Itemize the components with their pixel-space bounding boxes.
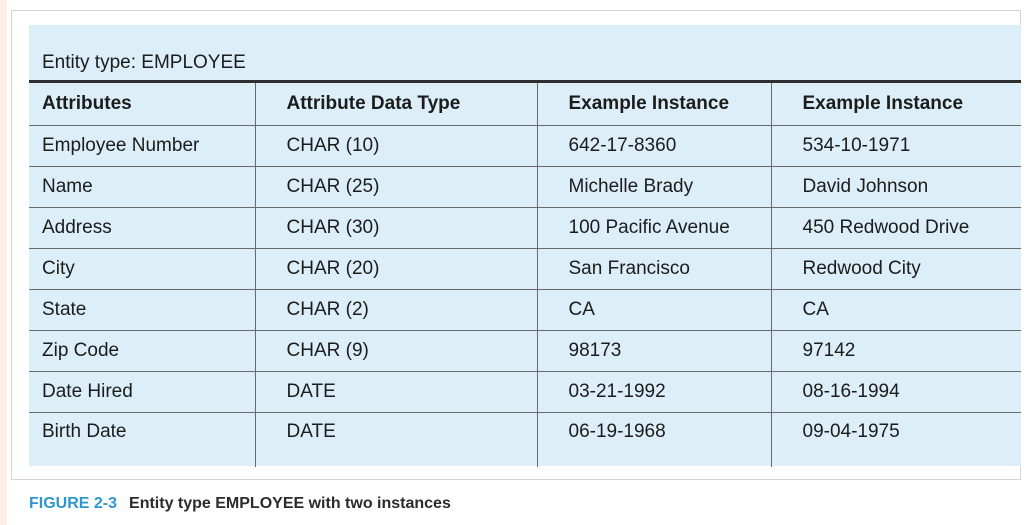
attribute-name-cell: Date Hired	[29, 371, 255, 413]
page: Entity type: EMPLOYEE Attributes Attribu…	[0, 0, 1032, 525]
data-type-cell: CHAR (20)	[254, 248, 537, 290]
instance-2-cell: David Johnson	[770, 166, 1021, 208]
data-type-cell: CHAR (10)	[254, 125, 537, 167]
table-header-row: Attributes Attribute Data Type Example I…	[29, 83, 1021, 126]
data-type-cell: CHAR (25)	[254, 166, 537, 208]
attribute-name-cell: Birth Date	[42, 421, 127, 442]
attribute-name-cell: Employee Number	[29, 125, 255, 167]
attribute-name-cell: Address	[29, 207, 255, 249]
attribute-name-cell: City	[29, 248, 255, 290]
attribute-name-cell: Zip Code	[29, 330, 255, 372]
attribute-name-cell: Name	[29, 166, 255, 208]
entity-panel: Entity type: EMPLOYEE Attributes Attribu…	[29, 25, 1021, 467]
table-row: Employee Number CHAR (10) 642-17-8360 53…	[29, 125, 1021, 167]
table-row: Name CHAR (25) Michelle Brady David John…	[29, 166, 1021, 208]
instance-1-cell: CA	[536, 289, 771, 331]
instance-2-cell: CA	[770, 289, 1021, 331]
column-header-attributes: Attributes	[29, 83, 255, 126]
data-type-cell: DATE	[254, 412, 537, 467]
instance-1-cell: 06-19-1968	[536, 412, 771, 467]
instance-1-cell: San Francisco	[536, 248, 771, 290]
column-header-example-instance-1: Example Instance	[536, 83, 771, 126]
data-type-cell: CHAR (30)	[254, 207, 537, 249]
column-header-example-instance-2: Example Instance	[770, 83, 1021, 126]
instance-2-cell: 534-10-1971	[770, 125, 1021, 167]
instance-2-cell: 08-16-1994	[770, 371, 1021, 413]
instance-2-cell: Redwood City	[770, 248, 1021, 290]
instance-1-cell: 100 Pacific Avenue	[536, 207, 771, 249]
column-header-data-type: Attribute Data Type	[254, 83, 537, 126]
table-row: Date Hired DATE 03-21-1992 08-16-1994	[29, 371, 1021, 413]
instance-2-cell: 97142	[770, 330, 1021, 372]
instance-1-cell: 98173	[536, 330, 771, 372]
figure-caption-text: Entity type EMPLOYEE with two instances	[129, 495, 451, 512]
instance-1-cell: 642-17-8360	[536, 125, 771, 167]
table-row: City CHAR (20) San Francisco Redwood Cit…	[29, 248, 1021, 290]
data-type-cell: DATE	[254, 371, 537, 413]
instance-1-cell: 03-21-1992	[536, 371, 771, 413]
figure-caption: FIGURE 2-3 Entity type EMPLOYEE with two …	[29, 495, 451, 513]
table-row: Address CHAR (30) 100 Pacific Avenue 450…	[29, 207, 1021, 249]
instance-2-cell: 450 Redwood Drive	[770, 207, 1021, 249]
data-type-cell: CHAR (2)	[254, 289, 537, 331]
data-type-cell: CHAR (9)	[254, 330, 537, 372]
table-row: State CHAR (2) CA CA	[29, 289, 1021, 331]
table-row: Zip Code CHAR (9) 98173 97142	[29, 330, 1021, 372]
figure-number: FIGURE 2-3	[29, 495, 118, 512]
employee-attributes-table: Attributes Attribute Data Type Example I…	[29, 83, 1021, 467]
left-margin-strip	[0, 0, 7, 525]
instance-1-cell: Michelle Brady	[536, 166, 771, 208]
entity-type-label: Entity type: EMPLOYEE	[42, 52, 246, 73]
table-row: Birth Date DATE 06-19-1968 09-04-1975	[29, 412, 1021, 467]
attribute-name-cell: State	[29, 289, 255, 331]
instance-2-cell: 09-04-1975	[770, 412, 1021, 467]
